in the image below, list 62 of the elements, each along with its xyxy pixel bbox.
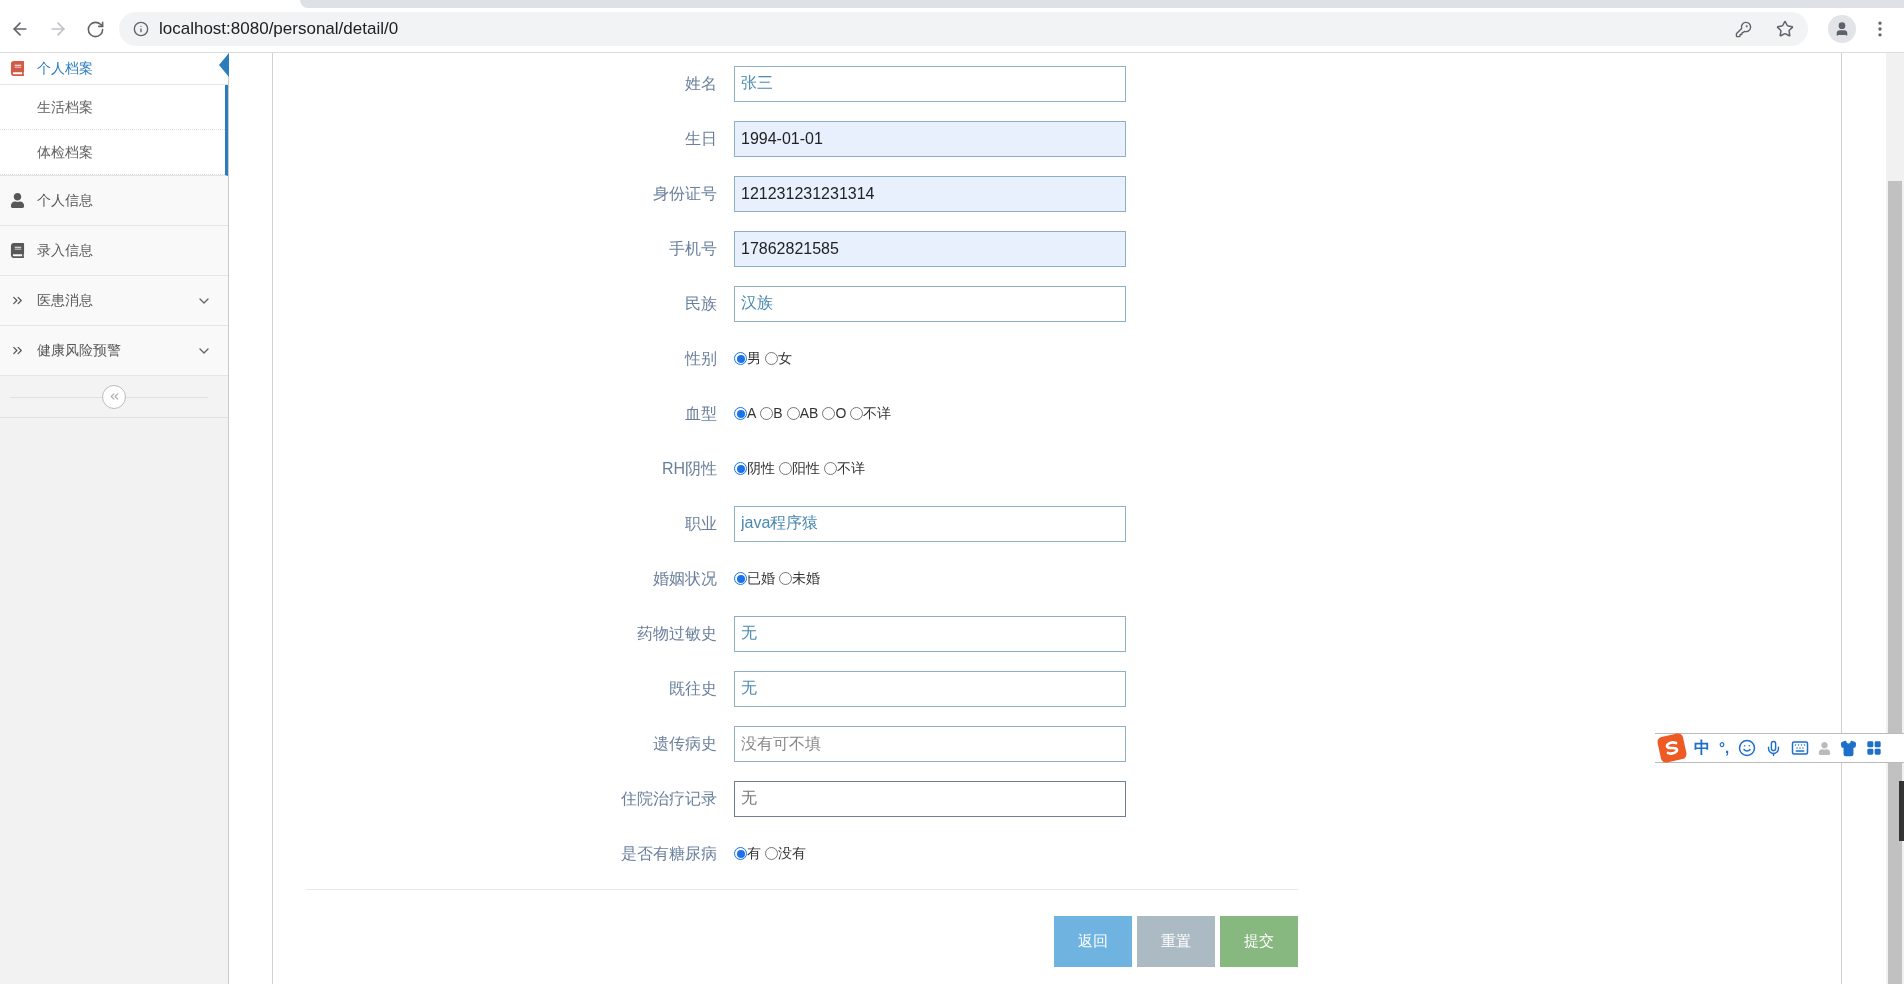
field-label: 既往史 (668, 678, 718, 699)
radio-option[interactable]: B (760, 403, 783, 424)
text-input[interactable]: 没有可不填 (734, 725, 1126, 762)
text-input[interactable]: 无 (734, 780, 1126, 817)
field-label: 身份证号 (652, 183, 718, 204)
ime-mode-text[interactable]: 中 (1694, 736, 1710, 760)
field-label: 职业 (684, 513, 718, 534)
radio-option[interactable]: 不详 (824, 458, 865, 479)
radio-option[interactable]: 未婚 (779, 568, 820, 589)
radio-option[interactable]: 女 (765, 348, 792, 369)
sidebar-item[interactable]: 个人档案 (0, 53, 228, 85)
radio-option[interactable]: 阴性 (734, 458, 775, 479)
field-label: 姓名 (684, 73, 718, 94)
field-label: 是否有糖尿病 (620, 843, 718, 864)
radio-option[interactable]: 没有 (765, 843, 806, 864)
grid-icon[interactable] (1866, 740, 1883, 756)
keyboard-icon[interactable] (1791, 739, 1810, 757)
sidebar-item[interactable]: 录入信息 (0, 226, 228, 276)
field-label: RH阴性 (660, 458, 718, 479)
info-icon (133, 21, 149, 37)
radio-option[interactable]: 男 (734, 348, 761, 369)
url-text: localhost:8080/personal/detail/0 (159, 18, 399, 41)
text-input[interactable]: java程序猿 (734, 505, 1126, 542)
smile-icon[interactable] (1738, 739, 1757, 757)
field-label: 遗传病史 (652, 733, 718, 754)
radio-option[interactable]: 不详 (850, 403, 892, 424)
radio-option[interactable]: 阳性 (779, 458, 820, 479)
address-bar[interactable]: localhost:8080/personal/detail/0 (119, 12, 1808, 46)
ime-punctuation-text[interactable]: °, (1719, 736, 1730, 760)
field-label: 手机号 (668, 238, 718, 259)
sidebar-item[interactable]: 医患消息 (0, 276, 228, 326)
text-input[interactable]: 张三 (734, 65, 1126, 102)
field-label: 生日 (684, 128, 718, 149)
shirt-icon[interactable] (1840, 739, 1858, 757)
text-input[interactable]: 汉族 (734, 285, 1126, 322)
sidebar-item[interactable]: 健康风险预警 (0, 326, 228, 376)
radio-option[interactable]: 有 (734, 843, 761, 864)
field-label: 婚姻状况 (652, 568, 718, 589)
radio-option[interactable]: 已婚 (734, 568, 775, 589)
key-icon[interactable] (1735, 20, 1752, 38)
star-icon[interactable] (1776, 20, 1794, 38)
text-input[interactable]: 无 (734, 670, 1126, 707)
radio-option[interactable]: O (822, 403, 847, 424)
book-icon (10, 61, 25, 76)
radio-option[interactable]: AB (786, 403, 819, 424)
field-label: 性别 (683, 348, 718, 369)
text-input[interactable]: 17862821585 (734, 230, 1126, 267)
text-input[interactable]: 1994-01-01 (734, 120, 1126, 157)
field-label: 血型 (684, 403, 718, 424)
submenu-item[interactable]: 体检档案 (0, 130, 225, 175)
user-icon (10, 193, 25, 208)
field-label: 住院治疗记录 (620, 788, 718, 809)
reload-icon[interactable] (86, 19, 105, 39)
book-icon (10, 243, 25, 258)
submenu-item[interactable]: 生活档案 (0, 85, 225, 130)
text-input[interactable]: 121231231231314 (734, 175, 1126, 212)
radio-option[interactable]: A (734, 403, 757, 424)
field-label: 药物过敏史 (636, 623, 718, 644)
sidebar-item[interactable]: 个人信息 (0, 176, 228, 226)
text-input[interactable]: 无 (734, 615, 1126, 652)
field-label: 民族 (684, 293, 718, 314)
profile-avatar[interactable] (1828, 15, 1856, 43)
